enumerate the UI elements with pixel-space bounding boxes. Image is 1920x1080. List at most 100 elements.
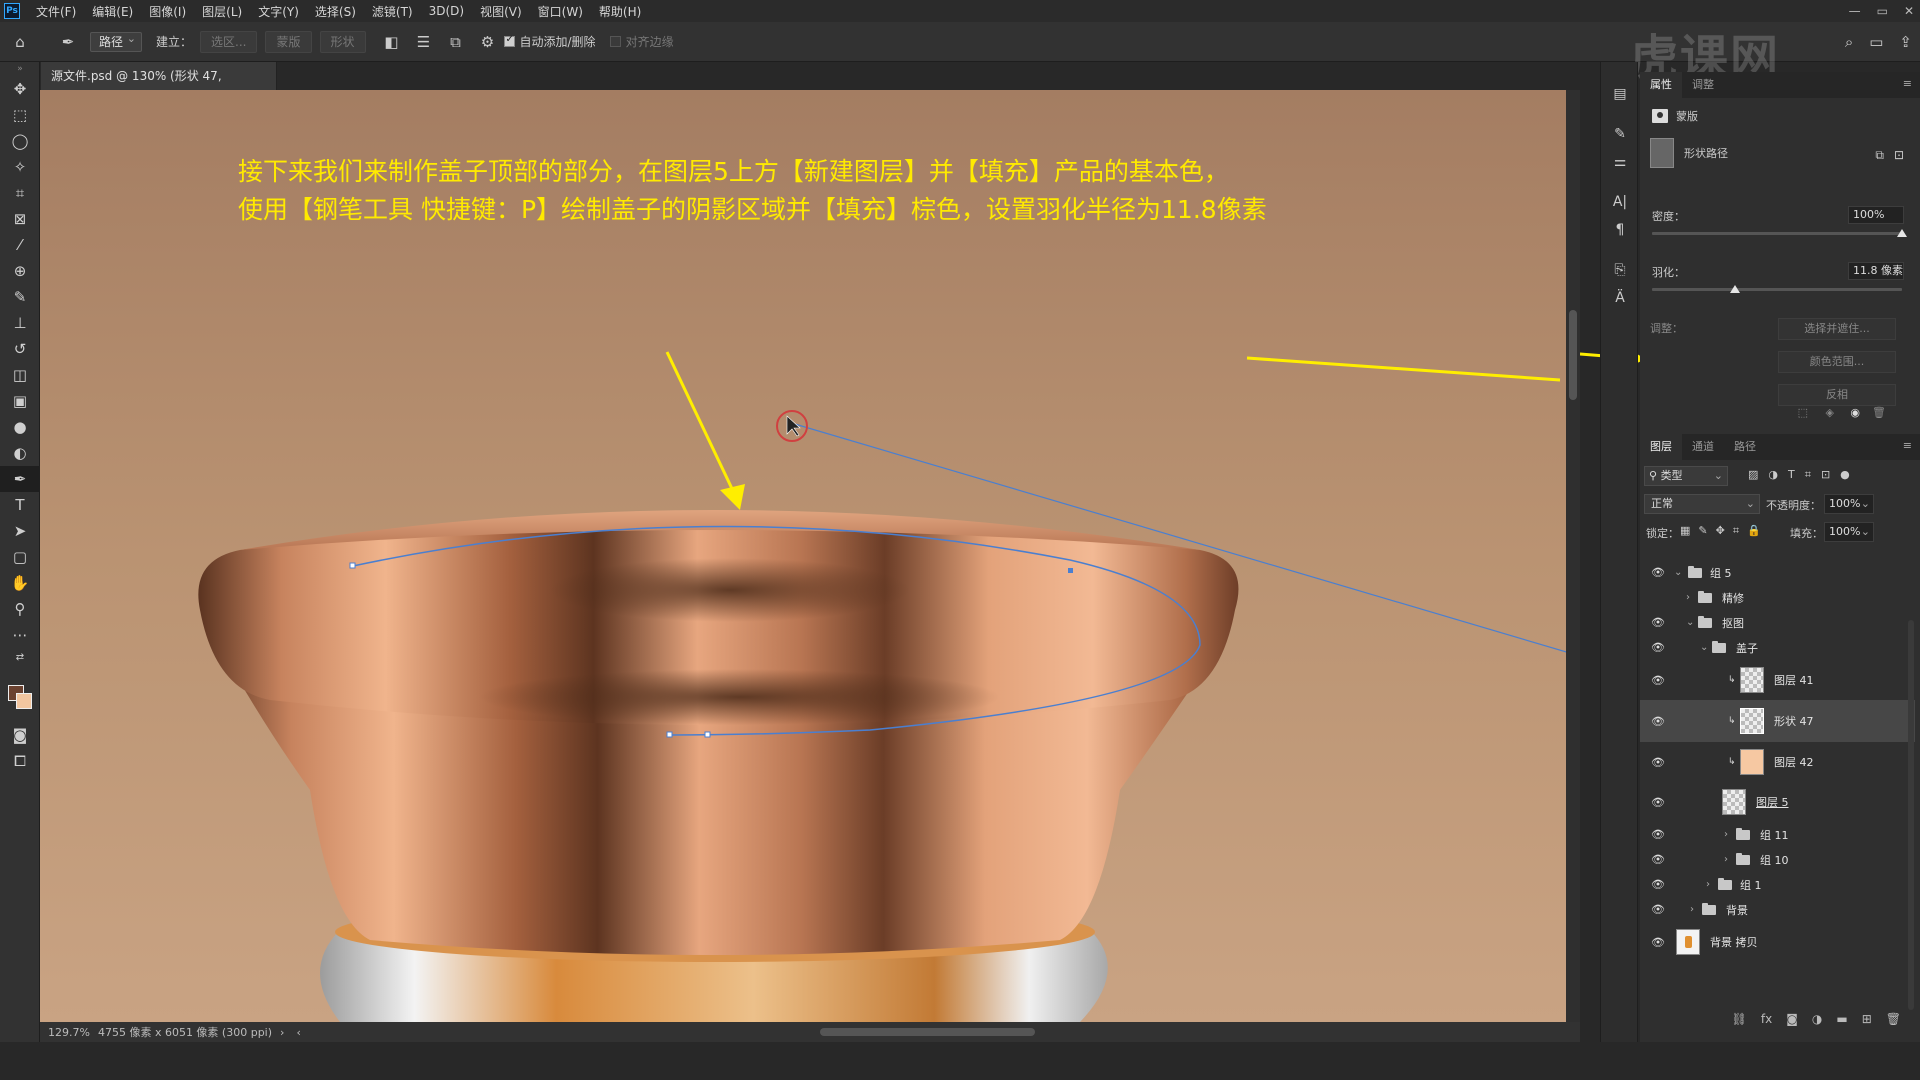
visibility-eye-icon[interactable]: 👁: [1651, 878, 1665, 891]
history-panel-icon[interactable]: ▤: [1601, 80, 1639, 108]
document-canvas[interactable]: [40, 90, 1580, 1022]
layer-row[interactable]: 👁 › 组 1: [1640, 872, 1915, 897]
expand-chevron-icon[interactable]: ›: [1686, 592, 1690, 603]
visibility-eye-icon[interactable]: 👁: [1651, 903, 1665, 916]
visibility-eye-icon[interactable]: 👁: [1651, 936, 1665, 949]
layer-filter-select[interactable]: ⚲ 类型 ⌄: [1644, 466, 1728, 486]
feather-input[interactable]: 11.8 像素: [1848, 262, 1904, 280]
tab-channels[interactable]: 通道: [1682, 434, 1724, 460]
close-window-button[interactable]: ✕: [1904, 4, 1914, 18]
gear-icon[interactable]: ⚙: [476, 30, 500, 54]
maximize-button[interactable]: ▭: [1877, 4, 1888, 18]
lock-pixels-icon[interactable]: ✎: [1698, 524, 1707, 538]
menu-edit[interactable]: 编辑(E): [92, 3, 133, 20]
density-input[interactable]: 100%: [1848, 206, 1904, 224]
expand-chevron-icon[interactable]: ⌄: [1700, 642, 1708, 653]
eyedropper-tool-icon[interactable]: ⁄: [0, 232, 40, 258]
minimize-button[interactable]: —: [1849, 4, 1861, 18]
pen-mode-select[interactable]: 路径: [90, 30, 143, 52]
filter-pixel-icon[interactable]: ▨: [1748, 468, 1758, 482]
search-icon[interactable]: ⌕: [1845, 33, 1853, 51]
visibility-eye-icon[interactable]: 👁: [1651, 756, 1665, 769]
status-expand-icon[interactable]: ›: [280, 1026, 284, 1039]
invert-button[interactable]: 反相: [1778, 384, 1896, 406]
visibility-eye-icon[interactable]: 👁: [1651, 616, 1665, 629]
make-selection-button[interactable]: 选区...: [200, 30, 258, 53]
filter-type-icon[interactable]: T: [1788, 468, 1795, 482]
expand-chevron-icon[interactable]: ›: [1724, 854, 1728, 865]
scroll-left-icon[interactable]: ‹: [296, 1026, 300, 1039]
layer-row-selected[interactable]: 👁 ↳ 形状 47: [1640, 700, 1915, 742]
path-selection-tool-icon[interactable]: ➤: [0, 518, 40, 544]
marquee-tool-icon[interactable]: ⬚: [0, 102, 40, 128]
expand-chevron-icon[interactable]: ⌄: [1674, 567, 1682, 578]
filter-shape-icon[interactable]: ⌗: [1805, 468, 1811, 482]
visibility-eye-icon[interactable]: 👁: [1651, 715, 1665, 728]
menu-window[interactable]: 窗口(W): [538, 3, 583, 20]
share-icon[interactable]: ⇪: [1899, 33, 1912, 51]
frame-tool-icon[interactable]: ⊠: [0, 206, 40, 232]
filter-adjustment-icon[interactable]: ◑: [1768, 468, 1778, 482]
feather-slider-knob[interactable]: [1729, 285, 1740, 293]
menu-3d[interactable]: 3D(D): [429, 4, 464, 18]
glyphs-panel-icon[interactable]: Ä: [1601, 284, 1639, 312]
lock-all-icon[interactable]: 🔒: [1747, 524, 1761, 538]
make-shape-button[interactable]: 形状: [319, 30, 366, 53]
toggle-mask-icon[interactable]: ◉: [1850, 406, 1860, 419]
layer-row[interactable]: 👁 › 组 10: [1640, 847, 1915, 872]
document-tab[interactable]: 源文件.psd @ 130% (形状 47, RGB/8*) * ×: [41, 62, 277, 111]
healing-brush-tool-icon[interactable]: ⊕: [0, 258, 40, 284]
load-selection-icon[interactable]: ⬚: [1798, 406, 1808, 419]
blur-tool-icon[interactable]: ●: [0, 414, 40, 440]
pen-tool-icon[interactable]: ✒: [0, 466, 40, 492]
new-adjustment-layer-icon[interactable]: ◑: [1812, 1012, 1822, 1036]
collapse-arrows-icon[interactable]: »: [0, 62, 40, 76]
lock-transparent-icon[interactable]: ▦: [1680, 524, 1690, 538]
select-and-mask-button[interactable]: 选择并遮住...: [1778, 318, 1896, 340]
background-color-swatch[interactable]: [16, 693, 32, 709]
color-range-button[interactable]: 颜色范围...: [1778, 351, 1896, 373]
delete-mask-icon[interactable]: 🗑: [1872, 406, 1886, 419]
tab-paths[interactable]: 路径: [1724, 434, 1766, 460]
tab-properties[interactable]: 属性: [1640, 72, 1682, 98]
anchor-point[interactable]: [666, 731, 673, 738]
layers-scrollbar[interactable]: [1908, 620, 1914, 1010]
horizontal-scroll-thumb[interactable]: [820, 1028, 1035, 1036]
menu-help[interactable]: 帮助(H): [599, 3, 641, 20]
add-pixel-mask-icon[interactable]: ⧉: [1875, 148, 1884, 163]
menu-file[interactable]: 文件(F): [36, 3, 76, 20]
opacity-input[interactable]: 100% ⌄: [1824, 494, 1874, 514]
expand-chevron-icon[interactable]: ›: [1706, 879, 1710, 890]
menu-select[interactable]: 选择(S): [315, 3, 356, 20]
more-tools-icon[interactable]: ⋯: [0, 622, 40, 648]
visibility-eye-icon[interactable]: 👁: [1651, 591, 1665, 604]
home-icon[interactable]: ⌂: [8, 30, 32, 54]
canvas-area[interactable]: 接下来我们来制作盖子顶部的部分，在图层5上方【新建图层】并【填充】产品的基本色，…: [40, 90, 1580, 1022]
fill-input[interactable]: 100% ⌄: [1824, 522, 1874, 542]
tab-adjustments[interactable]: 调整: [1682, 72, 1724, 98]
magic-wand-tool-icon[interactable]: ✧: [0, 154, 40, 180]
filter-smart-object-icon[interactable]: ⊡: [1821, 468, 1830, 482]
layer-row[interactable]: 👁 背景 拷贝: [1640, 922, 1915, 962]
layer-row[interactable]: 👁 › 精修: [1640, 585, 1915, 610]
make-mask-button[interactable]: 蒙版: [265, 30, 312, 53]
expand-chevron-icon[interactable]: ⌄: [1686, 617, 1694, 628]
add-vector-mask-icon[interactable]: ⊡: [1894, 148, 1904, 162]
menu-layer[interactable]: 图层(L): [202, 3, 242, 20]
anchor-point[interactable]: [349, 562, 356, 569]
menu-image[interactable]: 图像(I): [149, 3, 186, 20]
expand-chevron-icon[interactable]: ›: [1690, 904, 1694, 915]
lock-artboard-icon[interactable]: ⌗: [1733, 524, 1739, 538]
new-group-icon[interactable]: ▬: [1836, 1012, 1847, 1036]
crop-tool-icon[interactable]: ⌗: [0, 180, 40, 206]
gradient-tool-icon[interactable]: ▣: [0, 388, 40, 414]
brush-panel-icon[interactable]: ✎: [1601, 120, 1639, 148]
zoom-tool-icon[interactable]: ⚲: [0, 596, 40, 622]
swap-colors-icon[interactable]: ⇄: [0, 648, 40, 666]
path-alignment-icon[interactable]: ☰: [412, 30, 436, 54]
density-slider[interactable]: [1652, 229, 1907, 237]
shape-tool-icon[interactable]: ▢: [0, 544, 40, 570]
panel-menu-icon[interactable]: ≡: [1903, 77, 1912, 90]
lock-position-icon[interactable]: ✥: [1716, 524, 1725, 538]
character-panel-icon[interactable]: A|: [1601, 188, 1639, 216]
